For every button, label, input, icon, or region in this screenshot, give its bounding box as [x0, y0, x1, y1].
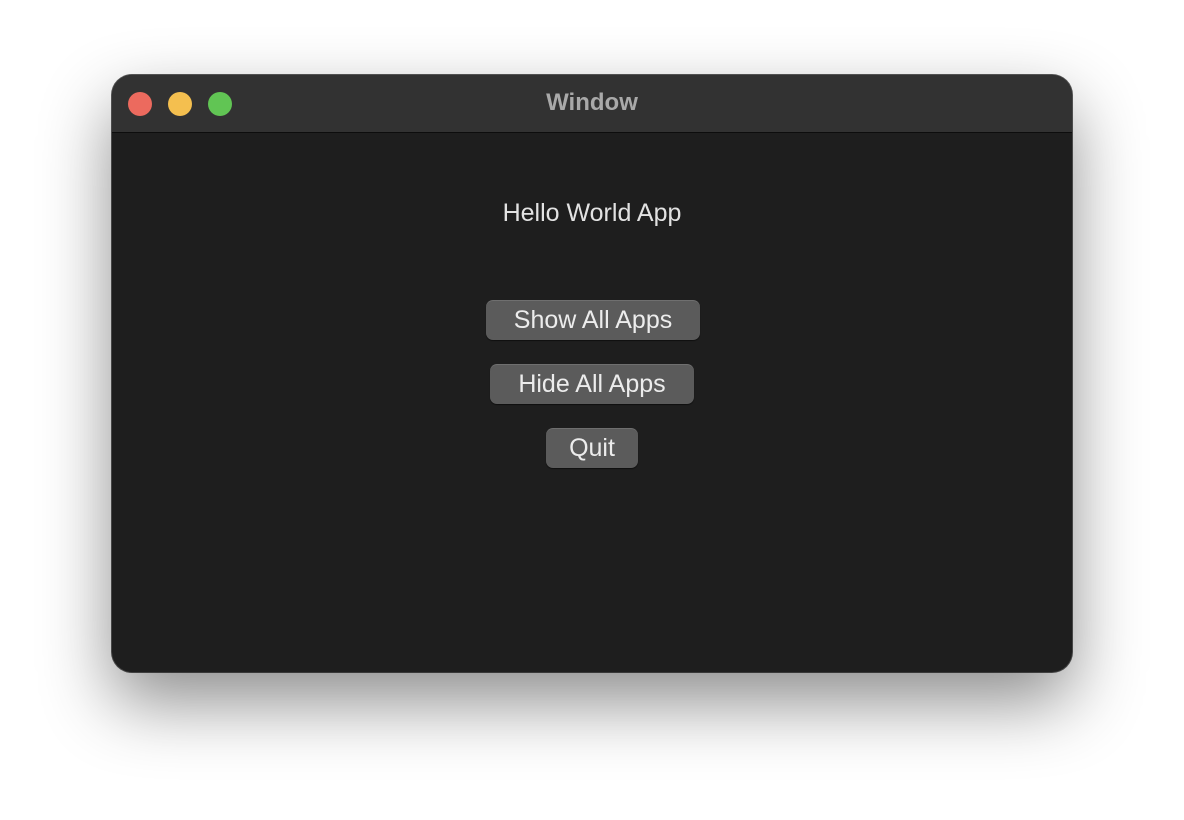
window-title: Window	[546, 89, 638, 116]
window-content: Hello World App Show All Apps Hide All A…	[112, 133, 1072, 672]
show-all-apps-button[interactable]: Show All Apps	[486, 300, 700, 340]
title-bar[interactable]: Window	[112, 75, 1072, 133]
app-title-label: Hello World App	[502, 199, 682, 227]
quit-button[interactable]: Quit	[546, 428, 638, 468]
app-window: Window Hello World App Show All Apps Hid…	[112, 75, 1072, 672]
hide-all-apps-button[interactable]: Hide All Apps	[490, 364, 694, 404]
